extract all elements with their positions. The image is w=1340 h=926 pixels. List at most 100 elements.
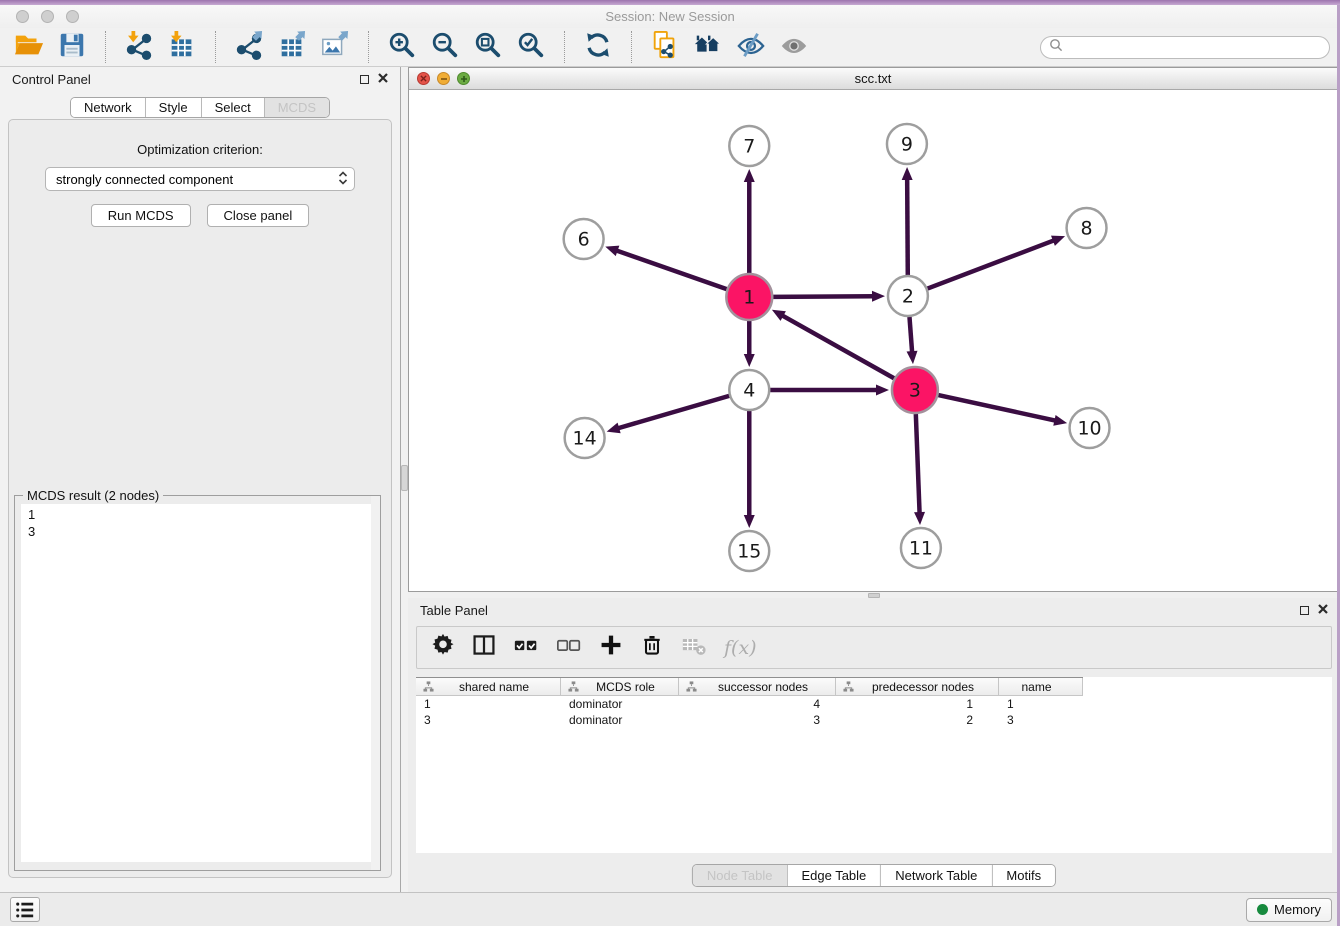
result-scrollbar[interactable] [371, 496, 380, 870]
cell-shared-name[interactable]: 1 [416, 696, 561, 712]
edge-2-9[interactable] [907, 178, 908, 275]
save-session-button[interactable] [55, 30, 89, 64]
column-label: shared name [436, 680, 560, 694]
search-field[interactable] [1040, 36, 1330, 59]
vertical-splitter[interactable] [401, 67, 408, 892]
hide-selected-button[interactable] [734, 30, 768, 64]
edge-3-10[interactable] [938, 395, 1056, 421]
tab-network[interactable]: Network [71, 98, 145, 117]
window-close-button[interactable] [16, 10, 29, 23]
apply-preferred-layout-button[interactable] [581, 30, 615, 64]
window-minimize-button[interactable] [41, 10, 54, 23]
graph-node-label: 8 [1081, 218, 1093, 240]
network-window-titlebar[interactable]: scc.txt [409, 68, 1337, 90]
cell-predecessor-nodes[interactable]: 2 [836, 712, 999, 728]
column-header-predecessor-nodes[interactable]: predecessor nodes [836, 678, 999, 695]
memory-button[interactable]: Memory [1246, 898, 1332, 922]
column-sort-icon [686, 681, 697, 692]
close-table-panel-icon[interactable] [1318, 601, 1328, 619]
tab-motifs[interactable]: Motifs [991, 865, 1055, 886]
network-close-button[interactable] [417, 72, 430, 85]
tab-select[interactable]: Select [201, 98, 264, 117]
search-input[interactable] [1067, 37, 1329, 58]
mcds-result-title: MCDS result (2 nodes) [23, 488, 163, 503]
zoom-fit-content-icon [473, 30, 503, 65]
zoom-in-button[interactable] [385, 30, 419, 64]
export-image-button[interactable] [318, 30, 352, 64]
first-neighbors-button[interactable] [691, 30, 725, 64]
network-canvas[interactable]: 7968124314101511 [409, 90, 1337, 591]
zoom-fit-content-button[interactable] [471, 30, 505, 64]
edge-arrowhead [914, 512, 925, 525]
network-maximize-button[interactable] [457, 72, 470, 85]
edge-2-3[interactable] [909, 317, 912, 353]
column-header-shared-name[interactable]: shared name [416, 678, 561, 695]
select-all-button[interactable] [513, 634, 539, 662]
cell-name[interactable]: 1 [999, 696, 1083, 712]
show-hidden-button[interactable] [777, 30, 811, 64]
clone-network-button[interactable] [648, 30, 682, 64]
create-column-button[interactable] [599, 634, 623, 662]
deselect-all-button[interactable] [556, 634, 582, 662]
float-panel-icon[interactable] [360, 75, 369, 84]
cell-successor-nodes[interactable]: 4 [679, 696, 836, 712]
edge-3-11[interactable] [916, 414, 920, 514]
table-row[interactable]: 3dominator323 [416, 712, 1083, 728]
edge-2-8[interactable] [928, 240, 1055, 288]
tab-mcds[interactable]: MCDS [264, 98, 329, 117]
column-header-mcds-role[interactable]: MCDS role [561, 678, 679, 695]
import-network-icon [124, 30, 154, 65]
table-tabs: Node TableEdge TableNetwork TableMotifs [692, 864, 1056, 887]
table-row[interactable]: 1dominator411 [416, 696, 1083, 712]
export-network-icon [234, 30, 264, 65]
window-controls [0, 10, 79, 23]
toolbar-separator [368, 31, 369, 63]
network-minimize-button[interactable] [437, 72, 450, 85]
close-panel-button[interactable]: Close panel [207, 204, 310, 227]
tab-network-table[interactable]: Network Table [880, 865, 991, 886]
cell-mcds-role[interactable]: dominator [561, 696, 679, 712]
edge-1-2[interactable] [773, 296, 874, 297]
tab-node-table[interactable]: Node Table [693, 865, 787, 886]
edge-1-6[interactable] [616, 250, 727, 289]
delete-columns-button[interactable] [640, 634, 664, 662]
show-columns-button[interactable] [472, 634, 496, 662]
close-panel-icon[interactable] [378, 70, 388, 88]
column-label: predecessor nodes [856, 680, 998, 694]
column-header-name[interactable]: name [999, 678, 1083, 695]
edge-4-14[interactable] [617, 396, 729, 429]
float-table-panel-icon[interactable] [1300, 606, 1309, 615]
column-header-successor-nodes[interactable]: successor nodes [679, 678, 836, 695]
horizontal-splitter-handle[interactable] [868, 593, 880, 598]
vertical-splitter-handle[interactable] [401, 465, 408, 491]
zoom-out-button[interactable] [428, 30, 462, 64]
cell-predecessor-nodes[interactable]: 1 [836, 696, 999, 712]
status-bar: Memory [0, 892, 1340, 926]
window-titlebar[interactable]: Session: New Session [0, 5, 1340, 28]
import-table-button[interactable] [165, 30, 199, 64]
mcds-result-list[interactable]: 13 [21, 504, 372, 862]
create-column-icon [599, 633, 623, 662]
zoom-selected-region-icon [516, 30, 546, 65]
open-session-button[interactable] [12, 30, 46, 64]
export-network-button[interactable] [232, 30, 266, 64]
criterion-select[interactable]: strongly connected component [45, 167, 355, 191]
tab-edge-table[interactable]: Edge Table [786, 865, 880, 886]
window-zoom-button[interactable] [66, 10, 79, 23]
network-window: scc.txt 7968124314101511 [408, 67, 1338, 592]
control-panel-header: Control Panel [0, 67, 400, 91]
column-sort-icon [843, 681, 854, 692]
tab-style[interactable]: Style [145, 98, 201, 117]
export-table-button[interactable] [275, 30, 309, 64]
cell-successor-nodes[interactable]: 3 [679, 712, 836, 728]
zoom-selected-region-button[interactable] [514, 30, 548, 64]
run-mcds-button[interactable]: Run MCDS [91, 204, 191, 227]
cell-shared-name[interactable]: 3 [416, 712, 561, 728]
panel-menu-button[interactable] [10, 897, 40, 922]
network-graph[interactable]: 7968124314101511 [409, 90, 1337, 591]
cell-name[interactable]: 3 [999, 712, 1083, 728]
cell-mcds-role[interactable]: dominator [561, 712, 679, 728]
edge-3-1[interactable] [781, 315, 894, 378]
import-network-button[interactable] [122, 30, 156, 64]
table-settings-button[interactable] [431, 634, 455, 662]
